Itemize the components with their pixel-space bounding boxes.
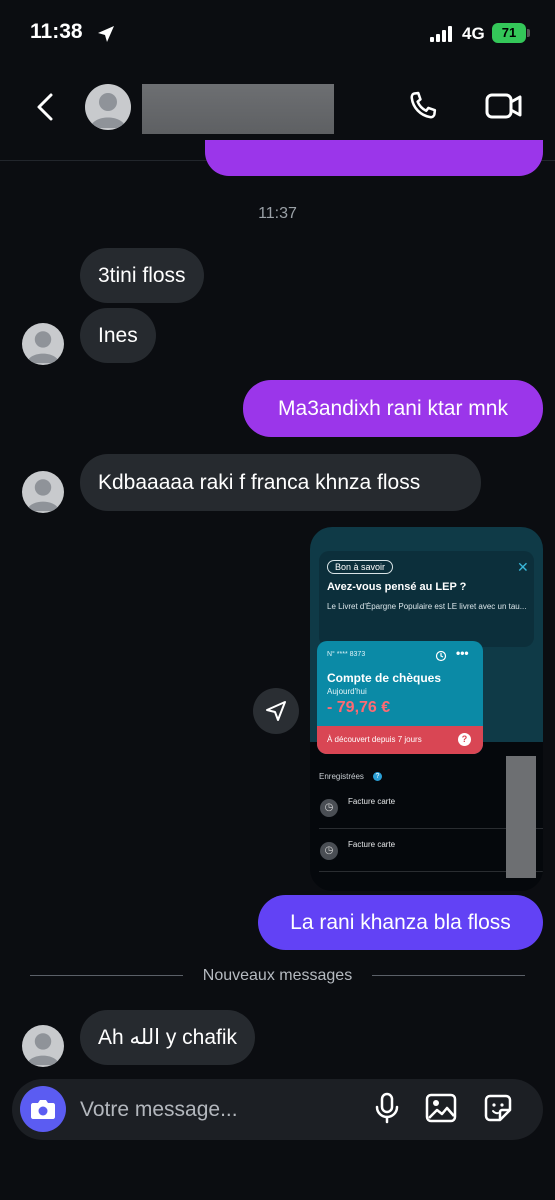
account-subtitle: Aujourd'hui bbox=[327, 687, 367, 696]
account-card: N° **** 8373 ••• Compte de chèques Aujou… bbox=[317, 641, 483, 754]
promo-tag: Bon à savoir bbox=[327, 560, 394, 574]
message-text: Ines bbox=[98, 324, 138, 347]
message-text: La rani khanza bla floss bbox=[290, 911, 511, 934]
history-icon bbox=[435, 650, 447, 662]
contact-avatar[interactable] bbox=[85, 84, 131, 130]
message-bubble-incoming[interactable]: 3tini floss bbox=[80, 248, 204, 303]
promo-title: Avez-vous pensé au LEP ? bbox=[327, 581, 467, 593]
message-bubble-outgoing[interactable]: La rani khanza bla floss bbox=[258, 895, 543, 950]
signal-icon bbox=[430, 26, 452, 42]
message-bubble-partial[interactable] bbox=[205, 140, 543, 176]
new-messages-divider: Nouveaux messages bbox=[202, 967, 353, 984]
message-text: 3tini floss bbox=[98, 264, 186, 287]
account-number: N° **** 8373 bbox=[327, 651, 366, 658]
promo-card: Bon à savoir ✕ Avez-vous pensé au LEP ? … bbox=[319, 551, 534, 647]
divider-line bbox=[372, 975, 525, 976]
promo-text: Le Livret d'Épargne Populaire est LE liv… bbox=[327, 602, 527, 611]
battery-tip bbox=[527, 29, 530, 37]
phone-icon[interactable] bbox=[404, 88, 442, 126]
network-type: 4G bbox=[462, 24, 485, 43]
camera-button[interactable] bbox=[20, 1086, 66, 1132]
message-bubble-incoming[interactable]: Ines bbox=[80, 308, 156, 363]
help-icon: ? bbox=[458, 733, 471, 746]
sticker-icon[interactable] bbox=[480, 1090, 516, 1126]
redacted-area bbox=[506, 756, 536, 878]
message-bubble-incoming[interactable]: Kdbaaaaa raki f franca khnza floss bbox=[80, 454, 481, 511]
status-time: 11:38 bbox=[30, 20, 83, 43]
battery-icon: 71 bbox=[492, 23, 526, 43]
account-title: Compte de chèques bbox=[327, 671, 442, 685]
battery-level: 71 bbox=[501, 25, 517, 40]
transaction-label: Facture carte bbox=[348, 840, 396, 849]
microphone-icon[interactable] bbox=[369, 1090, 405, 1126]
sender-avatar[interactable] bbox=[22, 323, 64, 365]
gallery-icon[interactable] bbox=[423, 1090, 459, 1126]
close-icon: ✕ bbox=[517, 559, 529, 575]
shared-image[interactable]: Bon à savoir ✕ Avez-vous pensé au LEP ? … bbox=[310, 527, 543, 891]
clock-icon: ◷ bbox=[320, 842, 338, 860]
message-text: Kdbaaaaa raki f franca khnza floss bbox=[98, 471, 421, 494]
overdraft-text: À découvert depuis 7 jours bbox=[327, 735, 422, 744]
sender-avatar[interactable] bbox=[22, 1025, 64, 1067]
overdraft-banner: À découvert depuis 7 jours ? bbox=[317, 726, 483, 754]
send-arrow-icon bbox=[266, 701, 286, 721]
chevron-left-icon[interactable] bbox=[34, 92, 56, 122]
help-icon: ? bbox=[373, 772, 382, 781]
clock-icon: ◷ bbox=[320, 799, 338, 817]
section-label: Enregistrées bbox=[319, 772, 364, 781]
more-icon: ••• bbox=[456, 646, 469, 660]
message-bubble-outgoing[interactable]: Ma3andixh rani ktar mnk bbox=[243, 380, 543, 437]
contact-name-redacted[interactable] bbox=[142, 84, 334, 134]
message-text: Ma3andixh rani ktar mnk bbox=[278, 397, 508, 420]
transaction-label: Facture carte bbox=[348, 797, 396, 806]
message-text: Ah الله y chafik bbox=[98, 1026, 238, 1049]
message-input[interactable] bbox=[80, 1095, 350, 1125]
location-arrow-icon bbox=[98, 26, 114, 42]
message-timestamp: 11:37 bbox=[258, 205, 297, 222]
video-camera-icon[interactable] bbox=[484, 88, 524, 124]
camera-icon bbox=[31, 1100, 55, 1119]
sender-avatar[interactable] bbox=[22, 471, 64, 513]
account-balance: - 79,76 € bbox=[327, 699, 391, 716]
share-button[interactable] bbox=[253, 688, 299, 734]
message-bubble-incoming[interactable]: Ah الله y chafik bbox=[80, 1010, 256, 1065]
